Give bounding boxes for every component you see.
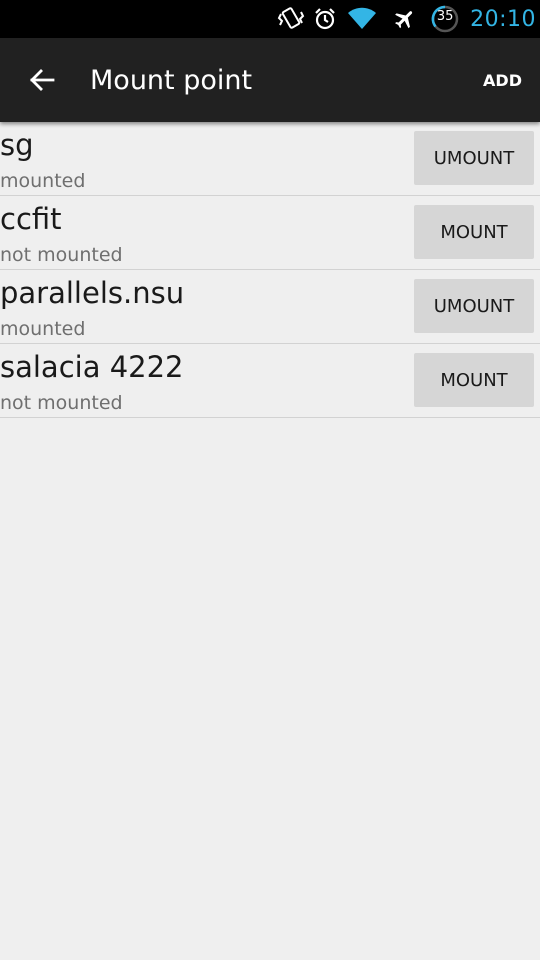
list-item: sg mounted UMOUNT [0,122,540,196]
status-clock: 20:10 [470,6,536,32]
mount-point-status: not mounted [0,392,123,414]
mount-point-name: parallels.nsu [0,276,185,310]
mount-point-list: sg mounted UMOUNT ccfit not mounted MOUN… [0,122,540,418]
mount-button[interactable]: MOUNT [414,205,534,259]
mount-point-name: sg [0,128,34,162]
battery-icon: 35 [428,0,462,38]
mount-point-status: mounted [0,170,86,192]
umount-button[interactable]: UMOUNT [414,131,534,185]
page-title: Mount point [90,64,253,96]
list-item: parallels.nsu mounted UMOUNT [0,270,540,344]
mount-point-status: not mounted [0,244,123,266]
status-bar: 35 20:10 [0,0,540,38]
mount-button[interactable]: MOUNT [414,353,534,407]
back-button[interactable] [24,62,60,98]
list-item: ccfit not mounted MOUNT [0,196,540,270]
mount-point-status: mounted [0,318,86,340]
wifi-icon [346,0,378,38]
battery-level-text: 35 [436,9,454,24]
mount-point-name: ccfit [0,202,62,236]
app-bar: Mount point ADD [0,38,540,122]
add-button[interactable]: ADD [483,63,522,98]
vibrate-icon [276,0,306,38]
arrow-left-icon [30,69,55,91]
airplane-icon [392,0,418,38]
list-item: salacia 4222 not mounted MOUNT [0,344,540,418]
mount-point-name: salacia 4222 [0,350,184,384]
umount-button[interactable]: UMOUNT [414,279,534,333]
alarm-icon [312,0,338,38]
